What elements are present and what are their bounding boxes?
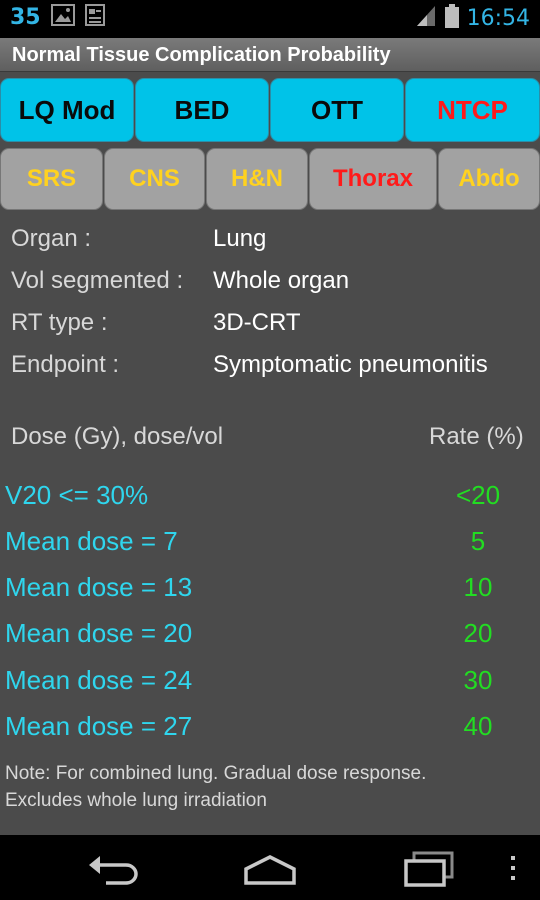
dose-column-header: Dose (Gy), dose/vol [11, 423, 224, 450]
footnote-line-1: Note: For combined lung. Gradual dose re… [5, 763, 427, 784]
table-row-rate: 30 [463, 665, 493, 695]
organ-site-tab-bar: SRS CNS H&N Thorax Abdo [0, 148, 540, 210]
tab-bed[interactable]: BED [135, 78, 269, 142]
table-row-rate: 20 [463, 618, 493, 648]
recent-apps-icon[interactable] [400, 849, 458, 891]
vol-segmented-value: Whole organ [213, 267, 350, 294]
tab-label: OTT [311, 94, 363, 125]
table-row-dose: Mean dose = 24 [5, 665, 193, 695]
vol-segmented-label: Vol segmented : [11, 267, 184, 294]
rt-type-value: 3D-CRT [213, 309, 301, 336]
navigation-bar [0, 835, 540, 900]
tab-label: SRS [26, 165, 77, 192]
status-bar-left: 35 [10, 4, 105, 30]
tab-ott[interactable]: OTT [270, 78, 404, 142]
table-row-dose: V20 <= 30% [5, 480, 149, 510]
table-row-dose: Mean dose = 20 [5, 618, 193, 648]
tab-lq-mod[interactable]: LQ Mod [0, 78, 134, 142]
tab-label: Abdo [458, 165, 520, 192]
tab-label: CNS [129, 165, 180, 192]
main-content: LQ Mod BED OTT NTCP SRS CNS H&N Thorax A… [0, 72, 540, 835]
news-icon [84, 4, 105, 30]
tab-label: H&N [231, 165, 283, 192]
tab-ntcp[interactable]: NTCP [405, 78, 540, 142]
table-row-rate: 5 [470, 526, 486, 556]
home-icon[interactable] [240, 849, 300, 891]
table-row-rate: 40 [463, 711, 493, 741]
footnote: Note: For combined lung. Gradual dose re… [5, 760, 535, 814]
footnote-line-2: Excludes whole lung irradiation [5, 790, 267, 811]
endpoint-label: Endpoint : [11, 351, 120, 378]
battery-icon [444, 4, 459, 32]
overflow-menu-icon[interactable] [508, 855, 518, 887]
notification-count: 35 [10, 4, 41, 30]
clock: 16:54 [466, 5, 530, 31]
tab-h-and-n[interactable]: H&N [206, 148, 308, 210]
title-bar: Normal Tissue Complication Probability [0, 38, 540, 72]
rate-column-header: Rate (%) [429, 423, 524, 450]
organ-value: Lung [213, 225, 267, 252]
table-row-rate: <20 [455, 480, 501, 510]
back-icon[interactable] [86, 849, 140, 891]
signal-icon [415, 4, 437, 32]
tab-label: BED [174, 94, 230, 125]
rt-type-label: RT type : [11, 309, 108, 336]
status-bar: 35 16:54 [0, 0, 540, 38]
tab-srs[interactable]: SRS [0, 148, 103, 210]
main-tab-bar: LQ Mod BED OTT NTCP [0, 78, 540, 142]
endpoint-value: Symptomatic pneumonitis [213, 351, 488, 378]
status-bar-right: 16:54 [415, 4, 530, 32]
organ-label: Organ : [11, 225, 92, 252]
tab-thorax[interactable]: Thorax [309, 148, 437, 210]
tab-abdo[interactable]: Abdo [438, 148, 540, 210]
app-title: Normal Tissue Complication Probability [12, 44, 391, 66]
table-row-dose: Mean dose = 13 [5, 572, 193, 602]
tab-label: Thorax [332, 165, 413, 192]
table-row-rate: 10 [463, 572, 493, 602]
table-row-dose: Mean dose = 7 [5, 526, 178, 556]
tab-cns[interactable]: CNS [104, 148, 205, 210]
image-icon [50, 4, 75, 30]
tab-label: NTCP [437, 94, 508, 125]
tab-label: LQ Mod [18, 94, 116, 125]
table-row-dose: Mean dose = 27 [5, 711, 193, 741]
